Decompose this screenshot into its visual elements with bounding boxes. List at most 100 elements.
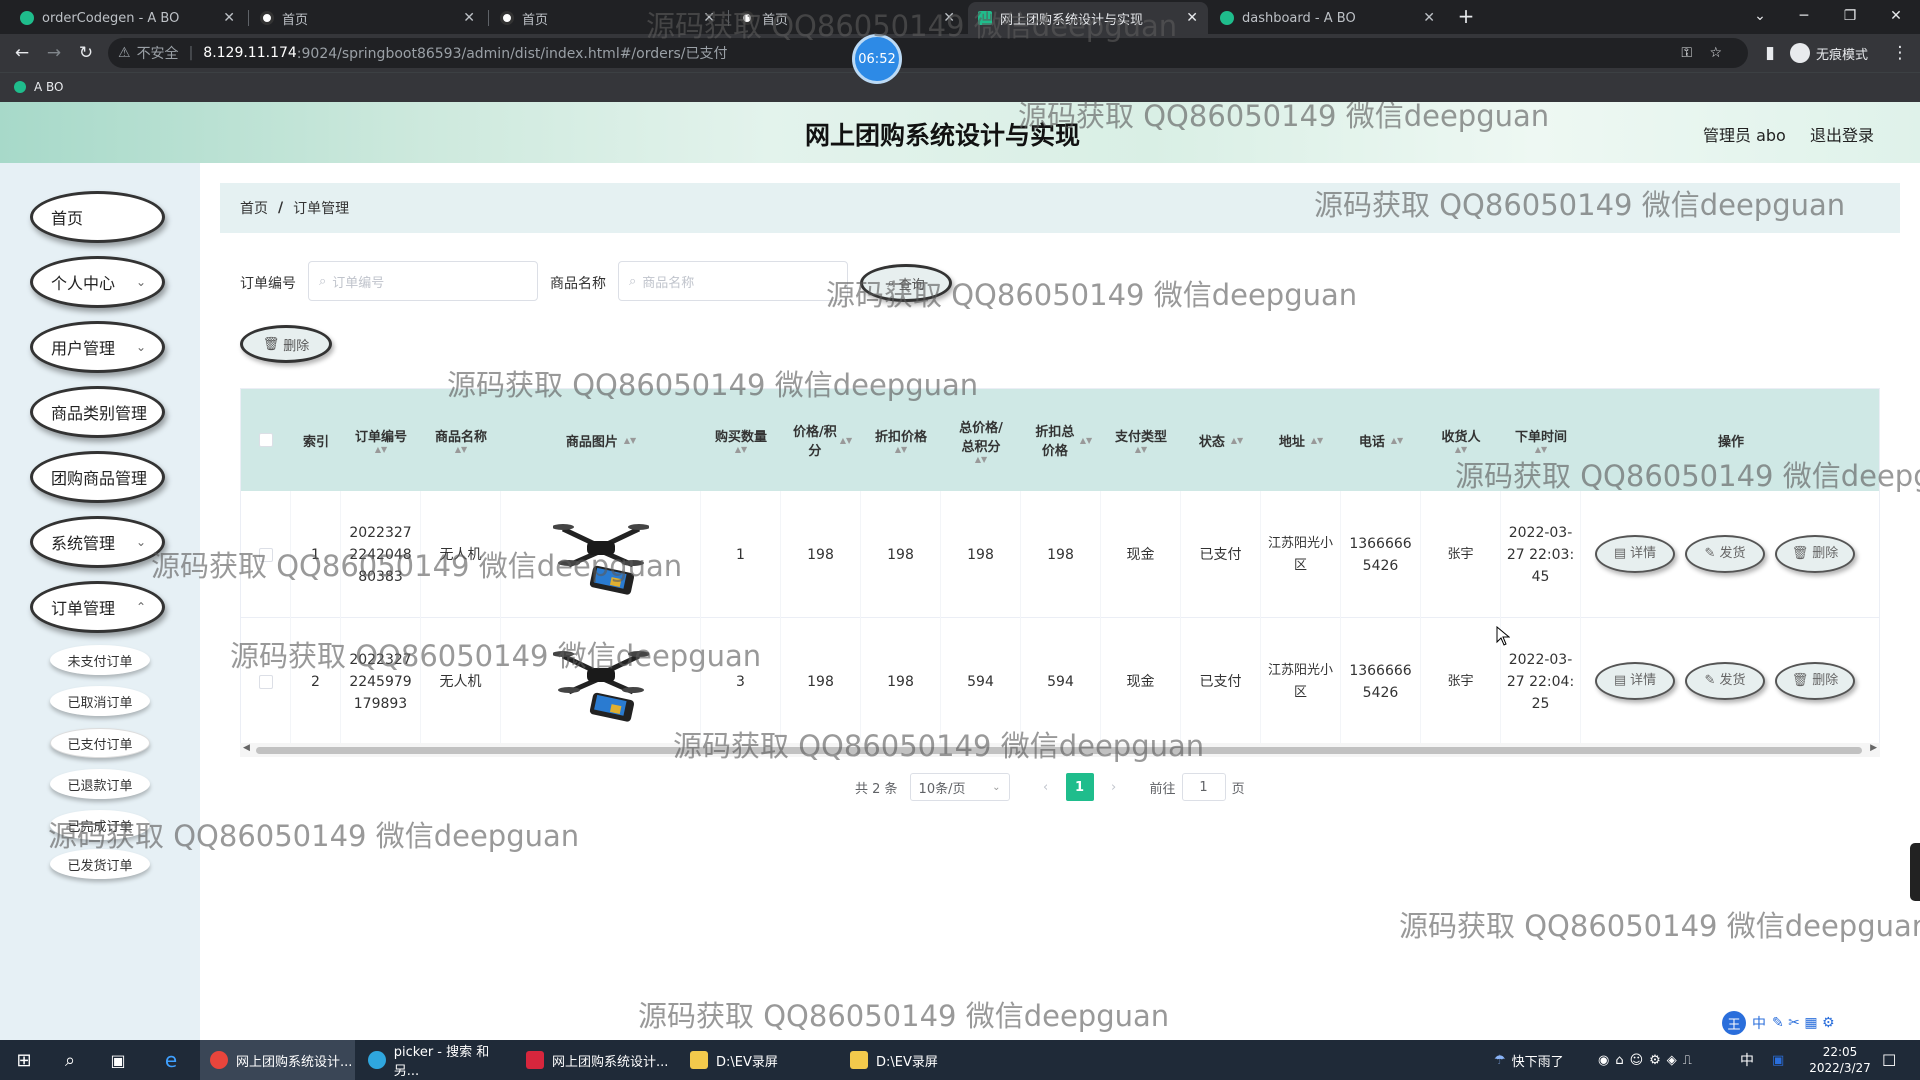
task-view-icon[interactable]: ▣ [106, 1040, 130, 1080]
scroll-right-icon[interactable]: ▶ [1870, 743, 1877, 753]
col-status[interactable]: 状态 ▲▼ [1181, 389, 1261, 491]
address-bar[interactable]: ⚠ 不安全 | 8.129.11.174 :9024/springboot865… [108, 38, 1748, 68]
submenu-cancelled-orders[interactable]: 已取消订单 [50, 686, 150, 716]
taskbar-item-folder-2[interactable]: D:\EV录屏 [840, 1040, 995, 1080]
col-product-name[interactable]: 商品名称 ▲▼ [421, 389, 501, 491]
goto-page-input[interactable]: 1 [1181, 773, 1226, 801]
submenu-paid-orders[interactable]: 已支付订单 [50, 728, 150, 758]
close-icon[interactable]: ✕ [703, 10, 715, 26]
search-button[interactable]: ⌕ 查询 [860, 264, 952, 302]
ime-toolbar[interactable]: 王 中 ✎ ✂ ▦ ⚙ [1722, 1010, 1835, 1036]
browser-tab-2[interactable]: 首页 ✕ [250, 2, 485, 34]
detail-button[interactable]: ▤ 详情 [1595, 662, 1675, 700]
bookmark-item[interactable]: A BO [14, 80, 64, 94]
notification-icon[interactable]: ☐ [1882, 1040, 1896, 1080]
weather-widget[interactable]: ☂ 快下雨了 [1494, 1040, 1564, 1080]
next-page-icon[interactable]: › [1100, 780, 1128, 795]
col-pay-type[interactable]: 支付类型 ▲▼ [1101, 389, 1181, 491]
delete-button[interactable]: 🗑 删除 [1775, 535, 1855, 573]
submenu-unpaid-orders[interactable]: 未支付订单 [50, 645, 150, 675]
logout-link[interactable]: 退出登录 [1810, 122, 1874, 146]
select-all-checkbox-cell[interactable] [241, 389, 291, 491]
breadcrumb-home[interactable]: 首页 [240, 198, 268, 218]
forward-icon[interactable]: → [42, 41, 66, 65]
sidepanel-icon[interactable]: ▮ [1758, 41, 1782, 65]
select-all-checkbox[interactable] [259, 433, 273, 447]
incognito-profile[interactable]: 无痕模式 [1790, 42, 1868, 64]
reload-icon[interactable]: ↻ [74, 41, 98, 65]
scroll-left-icon[interactable]: ◀ [243, 743, 250, 753]
close-icon[interactable]: ✕ [463, 10, 475, 26]
delete-button[interactable]: 🗑 删除 [1775, 662, 1855, 700]
col-quantity[interactable]: 购买数量 ▲▼ [701, 389, 781, 491]
side-handle[interactable] [1910, 843, 1920, 901]
taskbar-item-vivaldi[interactable]: 网上团购系统设计... [516, 1040, 671, 1080]
detail-button[interactable]: ▤ 详情 [1595, 535, 1675, 573]
batch-delete-button[interactable]: 🗑 删除 [240, 325, 332, 363]
close-icon[interactable]: ✕ [1423, 10, 1435, 26]
sidebar-item-categories[interactable]: 商品类别管理 [30, 386, 165, 438]
ie-browser-icon[interactable]: e [156, 1040, 186, 1080]
col-address[interactable]: 地址 ▲▼ [1261, 389, 1341, 491]
ime-mode-indicator[interactable]: 中 [1752, 1013, 1766, 1033]
sidebar-item-home[interactable]: 首页 [30, 191, 165, 243]
star-icon[interactable]: ☆ [1709, 45, 1722, 61]
ime-tools-icon[interactable]: ✎ ✂ ▦ ⚙ [1772, 1015, 1835, 1031]
order-no-input[interactable]: ⌕ 订单编号 [308, 261, 538, 301]
key-icon[interactable]: ⚿ [1681, 45, 1692, 61]
browser-tab-3[interactable]: 首页 ✕ [490, 2, 725, 34]
product-name-input[interactable]: ⌕ 商品名称 [618, 261, 848, 301]
page-1-button[interactable]: 1 [1065, 773, 1094, 801]
col-price[interactable]: 价格/积分 ▲▼ [781, 389, 861, 491]
taskbar-item-folder-1[interactable]: D:\EV录屏 [680, 1040, 835, 1080]
col-phone[interactable]: 电话 ▲▼ [1341, 389, 1421, 491]
sidebar-item-profile[interactable]: 个人中心 ⌄ [30, 256, 165, 308]
row-checkbox[interactable] [258, 674, 273, 689]
taskbar-item-chrome[interactable]: 网上团购系统设计... [200, 1040, 355, 1080]
menu-icon[interactable]: ⋮ [1888, 41, 1912, 65]
col-total[interactable]: 总价格/总积分 ▲▼ [941, 389, 1021, 491]
page-size-select[interactable]: 10条/页 ⌄ [909, 773, 1010, 801]
browser-tab-4[interactable]: 首页 ✕ [730, 2, 965, 34]
prev-page-icon[interactable]: ‹ [1032, 780, 1060, 795]
scrollbar-thumb[interactable] [256, 747, 1862, 754]
taskbar-item-edge[interactable]: picker - 搜索 和另... [358, 1040, 513, 1080]
close-icon[interactable]: ✕ [1186, 10, 1198, 26]
sidebar-item-users[interactable]: 用户管理 ⌄ [30, 321, 165, 373]
close-window-icon[interactable]: ✕ [1874, 0, 1918, 32]
row-checkbox[interactable] [258, 547, 273, 562]
submenu-refunded-orders[interactable]: 已退款订单 [50, 769, 150, 799]
sidebar-item-products[interactable]: 团购商品管理 [30, 451, 165, 503]
tab-search-icon[interactable]: ⌄ [1738, 0, 1782, 32]
windows-start-icon[interactable]: ⊞ [12, 1040, 36, 1080]
ime-indicator[interactable]: 中 [1740, 1040, 1754, 1080]
col-order-no[interactable]: 订单编号 ▲▼ [341, 389, 421, 491]
browser-tab-6[interactable]: dashboard - A BO ✕ [1210, 2, 1445, 34]
browser-tab-1[interactable]: orderCodegen - A BO ✕ [10, 2, 245, 34]
col-discount-price[interactable]: 折扣价格 ▲▼ [861, 389, 941, 491]
tray-icons[interactable]: ◉⌂☺⚙◈⎍ [1598, 1040, 1698, 1080]
recorder-timer[interactable]: 06:52 [852, 34, 902, 84]
row-checkbox-cell[interactable] [241, 491, 291, 618]
submenu-completed-orders[interactable]: 已完成订单 [50, 810, 150, 840]
clock[interactable]: 22:05 2022/3/27 [1808, 1040, 1872, 1080]
col-discount-total[interactable]: 折扣总价格 ▲▼ [1021, 389, 1101, 491]
horizontal-scrollbar[interactable]: ◀ ▶ [240, 743, 1880, 757]
back-icon[interactable]: ← [10, 41, 34, 65]
row-checkbox-cell[interactable] [241, 618, 291, 745]
sidebar-item-system[interactable]: 系统管理 ⌄ [30, 516, 165, 568]
minimize-icon[interactable]: ─ [1782, 0, 1826, 32]
close-icon[interactable]: ✕ [223, 10, 235, 26]
submenu-shipped-orders[interactable]: 已发货订单 [50, 849, 150, 879]
col-order-time[interactable]: 下单时间 ▲▼ [1501, 389, 1581, 491]
col-receiver[interactable]: 收货人 ▲▼ [1421, 389, 1501, 491]
close-icon[interactable]: ✕ [943, 10, 955, 26]
search-icon[interactable]: ⌕ [58, 1040, 82, 1080]
ship-button[interactable]: ✎ 发货 [1685, 662, 1765, 700]
new-tab-button[interactable]: + [1444, 0, 1488, 32]
ime-tray-icon[interactable]: ▣ [1772, 1040, 1784, 1080]
restore-icon[interactable]: ❐ [1828, 0, 1872, 32]
col-product-image[interactable]: 商品图片 ▲▼ [501, 389, 701, 491]
ship-button[interactable]: ✎ 发货 [1685, 535, 1765, 573]
sidebar-item-orders[interactable]: 订单管理 ⌃ [30, 581, 165, 633]
